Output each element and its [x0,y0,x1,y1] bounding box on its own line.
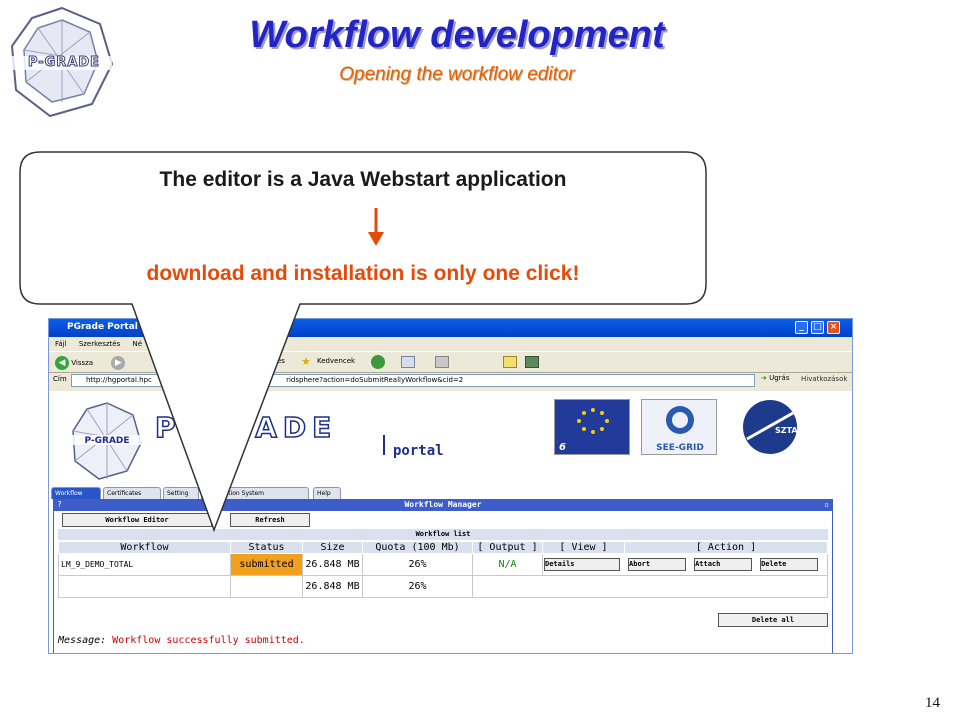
forward-icon[interactable]: ▶ [111,356,126,370]
tab-workflow[interactable]: Workflow [51,487,101,499]
portal-subtitle: portal [393,443,444,459]
col-workflow: Workflow [58,541,231,554]
delete-button[interactable]: Delete [760,558,819,571]
col-quota: Quota (100 Mb) [362,541,473,554]
portal-page: P-GRADE P-GRADE portal 6 SEE-GRID SZTAKI… [49,391,852,653]
address-label: Cím [53,375,67,383]
folder-icon[interactable] [503,356,517,368]
col-action: [ Action ] [624,541,828,554]
menu-bar: Fájl Szerkesztés Né [49,337,852,351]
workflow-editor-button[interactable]: Workflow Editor [62,513,212,527]
maximize-icon[interactable]: □ [811,321,824,334]
address-field[interactable]: http://hgportal.hpc ridsphere?action=doS… [71,374,755,387]
status-badge: submitted [230,553,303,576]
status-message: Message: Workflow successfully submitted. [58,635,305,646]
menu-view[interactable]: Né [132,340,142,348]
go-button[interactable]: ➜ Ugrás [761,374,790,382]
star-icon[interactable]: ★ [301,355,311,368]
help-icon[interactable]: ? [57,499,62,511]
logo-text: P-GRADE [27,55,101,71]
sztaki-logo: SZTAKI [729,399,811,455]
refresh-button[interactable]: Refresh [230,513,310,527]
back-icon[interactable]: ◀ [55,356,69,370]
favorites-label[interactable]: Kedvencek [317,357,355,365]
close-icon[interactable]: × [827,321,840,334]
size-value: 26.848 MB [302,575,363,598]
search-fragment[interactable]: és [277,357,285,365]
message-text: Workflow successfully submitted. [112,635,305,646]
maximize-panel-icon[interactable]: ▫ [824,499,829,511]
svg-text:6: 6 [559,442,566,453]
print-icon[interactable] [435,356,449,368]
url-end: ridsphere?action=doSubmitReallyWorkflow&… [286,376,464,384]
portal-logo: P-GRADE [71,402,143,480]
quota-value: 26% [362,575,473,598]
workflow-table: Workflow Status Size Quota (100 Mb) [ Ou… [58,541,828,598]
window-title: PGrade Portal [67,322,138,332]
tab-certificates[interactable]: Certificates [103,487,161,499]
page-number: 14 [925,695,940,711]
minimize-icon[interactable]: _ [795,321,808,334]
empty-cell [472,575,828,598]
slide-subtitle: Opening the workflow editor [339,64,575,85]
message-label: Message: [58,635,107,646]
row-actions: Details Abort Attach Delete [542,553,828,576]
svg-text:SZTAKI: SZTAKI [775,426,807,435]
col-size: Size [302,541,363,554]
portal-brand: P-GRADE [154,410,338,445]
workflow-manager-header: ? Workflow Manager ▫ [53,499,833,511]
attach-button[interactable]: Attach [694,558,753,571]
workflow-manager-panel: Workflow Editor Refresh Workflow list Wo… [53,511,833,653]
col-output: [ Output ] [472,541,543,554]
status-value [230,575,303,598]
history-icon[interactable] [371,355,385,369]
tab-information-system[interactable]: Information System [201,487,309,499]
table-header-row: Workflow Status Size Quota (100 Mb) [ Ou… [58,541,828,554]
svg-text:P-GRADE: P-GRADE [84,436,129,446]
mail-icon[interactable] [401,356,415,368]
url-start: http://hgportal.hpc [86,376,152,384]
abort-button[interactable]: Abort [628,558,687,571]
workflow-list-label: Workflow list [58,529,828,540]
menu-edit[interactable]: Szerkesztés [79,340,120,348]
menu-file[interactable]: Fájl [55,340,67,348]
workflow-name [58,575,231,598]
col-view: [ View ] [542,541,625,554]
tab-help[interactable]: Help [313,487,341,499]
delete-all-button[interactable]: Delete all [718,613,828,627]
callout-text-2: download and installation is only one cl… [146,262,580,285]
callout-text-1: The editor is a Java Webstart applicatio… [159,168,567,191]
quota-value: 26% [362,553,473,576]
see-grid-logo: SEE-GRID [641,399,717,455]
back-label[interactable]: Vissza [71,359,93,367]
address-bar: Cím http://hgportal.hpc ridsphere?action… [49,373,852,389]
tab-setting[interactable]: Setting [163,487,199,499]
size-value: 26.848 MB [302,553,363,576]
table-row: 26.848 MB 26% [58,575,828,598]
messenger-icon[interactable] [525,356,539,368]
browser-window: PGrade Portal _ □ × Fájl Szerkesztés Né … [48,318,853,654]
portal-divider [383,435,385,455]
col-status: Status [230,541,303,554]
output-value[interactable]: N/A [472,553,543,576]
details-button[interactable]: Details [544,558,620,571]
eu-logo: 6 [554,399,630,455]
table-row: LM_9_DEMO_TOTAL submitted 26.848 MB 26% … [58,553,828,576]
browser-titlebar: PGrade Portal _ □ × [49,319,852,337]
browser-toolbar: ◀ Vissza ▶ és ★ Kedvencek [49,351,852,373]
links-label[interactable]: Hivatkozások [801,375,847,383]
svg-text:SEE-GRID: SEE-GRID [656,443,704,453]
slide-title: Workflow development [249,14,665,56]
workflow-name: LM_9_DEMO_TOTAL [58,553,231,576]
